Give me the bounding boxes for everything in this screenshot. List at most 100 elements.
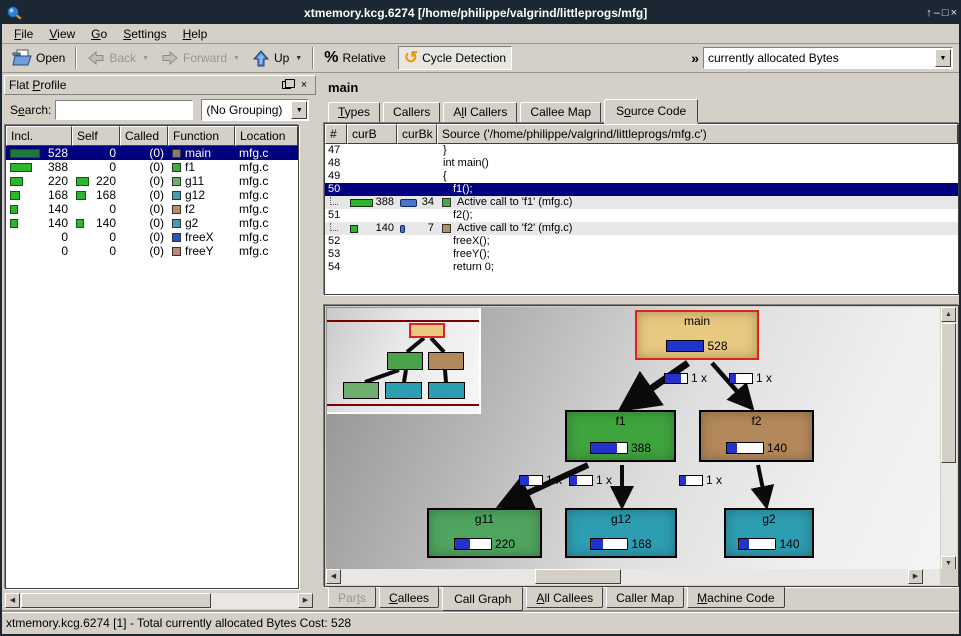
flat-profile-row-freeY[interactable]: 00(0)freeYmfg.c: [6, 244, 298, 258]
graph-node-g12[interactable]: g12168: [565, 508, 677, 558]
tab-types[interactable]: Types: [328, 102, 380, 123]
source-row-52[interactable]: 52freeX();: [325, 235, 958, 248]
curb-cost-bar: [350, 199, 373, 207]
graph-vscrollbar[interactable]: ▲ ▼: [941, 307, 957, 571]
graph-overview-minimap[interactable]: [327, 308, 481, 414]
call-graph-canvas[interactable]: main528f1388f2140g11220g12168g21401 x1 x…: [326, 307, 940, 569]
source-call-row[interactable]: 1407Active call to 'f2' (mfg.c): [325, 222, 958, 235]
forward-button[interactable]: Forward ▼: [155, 46, 246, 70]
back-button[interactable]: Back ▼: [81, 46, 155, 70]
toolbar-overflow-chevron[interactable]: »: [691, 50, 699, 66]
tab-source-code[interactable]: Source Code: [604, 99, 698, 123]
source-column-header-source-home-philippe[interactable]: Source ('/home/philippe/valgrind/littlep…: [437, 124, 958, 144]
source-code-view: #curBcurBkSource ('/home/philippe/valgri…: [324, 123, 959, 295]
flat-profile-hscrollbar[interactable]: ◀ ▶: [5, 593, 313, 609]
forward-dropdown-icon[interactable]: ▼: [233, 55, 240, 62]
scroll-thumb[interactable]: [535, 569, 621, 584]
edge-cost-bar: [729, 373, 753, 384]
tab-callees[interactable]: Callees: [379, 587, 439, 608]
graph-node-g11[interactable]: g11220: [427, 508, 542, 558]
scroll-thumb[interactable]: [941, 323, 956, 463]
column-header-incl-[interactable]: Incl.: [6, 126, 72, 146]
open-folder-icon: [12, 49, 32, 67]
edge-cost-bar: [569, 475, 593, 486]
combo-dropdown-icon[interactable]: ▼: [291, 101, 307, 119]
minimize-button[interactable]: –: [934, 7, 940, 19]
incl-cell: 528: [6, 146, 72, 160]
menu-item-go[interactable]: Go: [83, 25, 115, 43]
dock-float-icon[interactable]: [282, 81, 291, 89]
scroll-right-icon[interactable]: ▶: [298, 593, 313, 608]
source-row-51[interactable]: 51f2();: [325, 209, 958, 222]
up-dropdown-icon[interactable]: ▼: [295, 55, 302, 62]
search-input[interactable]: [55, 100, 193, 120]
column-header-called[interactable]: Called: [120, 126, 168, 146]
column-header-self[interactable]: Self: [72, 126, 120, 146]
source-call-row[interactable]: 38834Active call to 'f1' (mfg.c): [325, 196, 958, 209]
source-row-54[interactable]: 54return 0;: [325, 261, 958, 274]
open-button[interactable]: Open: [6, 46, 71, 70]
code-line: f2();: [437, 209, 958, 222]
graph-node-main[interactable]: main528: [635, 310, 759, 360]
scroll-left-icon[interactable]: ◀: [5, 593, 20, 608]
cycle-detection-toggle-button[interactable]: ↺ Cycle Detection: [398, 46, 512, 70]
relative-toggle-button[interactable]: % Relative: [318, 46, 392, 70]
forward-arrow-icon: [161, 50, 179, 66]
self-cell: 0: [72, 244, 120, 258]
flat-profile-row-g2[interactable]: 140140(0)g2mfg.c: [6, 216, 298, 230]
flat-profile-row-main[interactable]: 5280(0)mainmfg.c: [6, 146, 298, 160]
tab-callers[interactable]: Callers: [383, 102, 440, 123]
source-column-header-curbk[interactable]: curBk: [397, 124, 437, 144]
close-button[interactable]: ×: [951, 7, 957, 19]
keep-above-button[interactable]: ↑: [926, 7, 932, 19]
column-header-function[interactable]: Function: [168, 126, 235, 146]
scroll-right-icon[interactable]: ▶: [908, 569, 923, 584]
menu-item-settings[interactable]: Settings: [115, 25, 174, 43]
scroll-thumb[interactable]: [21, 593, 211, 608]
tab-all-callers[interactable]: All Callers: [443, 102, 517, 123]
title-bar[interactable]: xtmemory.kcg.6274 [/home/philippe/valgri…: [2, 2, 959, 24]
call-info-text: Active call to 'f1' (mfg.c): [457, 196, 572, 209]
scroll-left-icon[interactable]: ◀: [326, 569, 341, 584]
menu-item-file[interactable]: File: [6, 25, 41, 43]
dock-splitter[interactable]: [316, 73, 324, 612]
maximize-button[interactable]: □: [942, 7, 949, 19]
scroll-up-icon[interactable]: ▲: [941, 307, 956, 322]
back-dropdown-icon[interactable]: ▼: [142, 55, 149, 62]
curb-value: 140: [376, 222, 394, 235]
back-arrow-icon: [87, 50, 105, 66]
flat-profile-row-g12[interactable]: 168168(0)g12mfg.c: [6, 188, 298, 202]
flat-profile-row-f2[interactable]: 1400(0)f2mfg.c: [6, 202, 298, 216]
up-button[interactable]: Up ▼: [246, 46, 308, 70]
grouping-combobox[interactable]: (No Grouping) ▼: [201, 99, 309, 121]
source-column-header-curb[interactable]: curB: [347, 124, 397, 144]
source-row-53[interactable]: 53freeY();: [325, 248, 958, 261]
graph-hscrollbar[interactable]: ◀ ▶: [326, 569, 940, 585]
tab-callee-map[interactable]: Callee Map: [520, 102, 601, 123]
tab-call-graph[interactable]: Call Graph: [442, 587, 523, 611]
graph-node-f2[interactable]: f2140: [699, 410, 814, 462]
flat-profile-row-g11[interactable]: 220220(0)g11mfg.c: [6, 174, 298, 188]
curbk-cell: [397, 157, 437, 170]
graph-node-f1[interactable]: f1388: [565, 410, 676, 462]
menu-item-view[interactable]: View: [41, 25, 83, 43]
source-row-49[interactable]: 49{: [325, 170, 958, 183]
combo-dropdown-icon[interactable]: ▼: [935, 49, 951, 67]
tab-machine-code[interactable]: Machine Code: [687, 587, 784, 608]
flat-profile-row-f1[interactable]: 3880(0)f1mfg.c: [6, 160, 298, 174]
source-column-header--[interactable]: #: [325, 124, 347, 144]
event-type-combobox[interactable]: currently allocated Bytes ▼: [703, 47, 953, 69]
tab-all-callees[interactable]: All Callees: [526, 587, 603, 608]
flat-profile-dock-titlebar[interactable]: Flat Profile ×: [4, 75, 316, 95]
column-header-location[interactable]: Location: [235, 126, 298, 146]
dock-close-icon[interactable]: ×: [297, 78, 311, 92]
source-row-48[interactable]: 48int main(): [325, 157, 958, 170]
menu-item-help[interactable]: Help: [175, 25, 216, 43]
called-value: (0): [120, 188, 168, 202]
source-row-47[interactable]: 47}: [325, 144, 958, 157]
source-row-50[interactable]: 50f1();: [325, 183, 958, 196]
tab-parts[interactable]: Parts: [328, 587, 376, 608]
flat-profile-row-freeX[interactable]: 00(0)freeXmfg.c: [6, 230, 298, 244]
tab-caller-map[interactable]: Caller Map: [606, 587, 684, 608]
graph-node-g2[interactable]: g2140: [724, 508, 814, 558]
